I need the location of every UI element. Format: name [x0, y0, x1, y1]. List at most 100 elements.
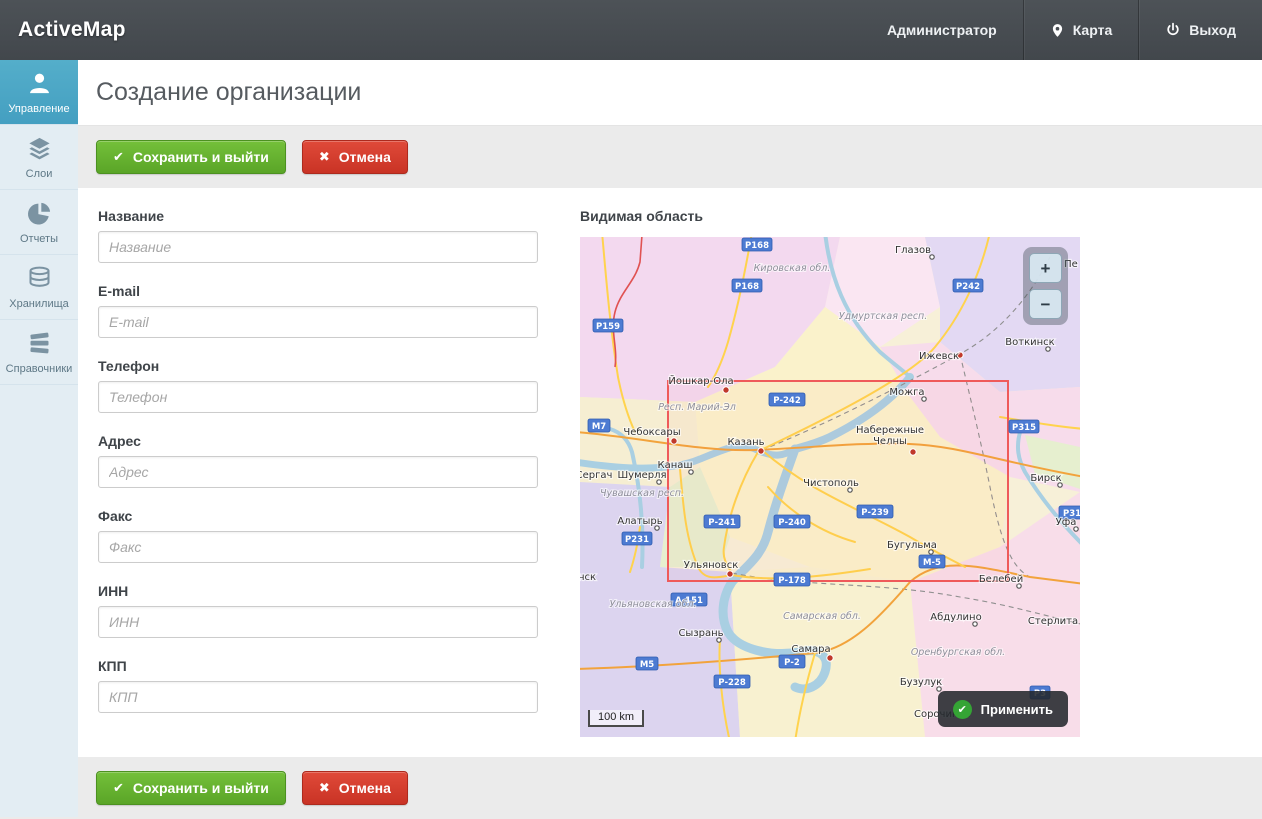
svg-text:Р168: Р168 [735, 282, 759, 292]
map-widget[interactable]: Р168 Р168 Р242 Р159 Р-242 М7 Р315 Р-241 … [580, 237, 1080, 737]
sidebar-item-reports[interactable]: Отчеты [0, 190, 78, 255]
svg-text:Р242: Р242 [956, 282, 980, 292]
road-badge: Р231 [622, 532, 652, 545]
check-icon: ✔ [953, 700, 972, 719]
pie-chart-icon [26, 200, 53, 227]
sidebar-item-directories[interactable]: Справочники [0, 320, 78, 385]
road-badge: М5 [636, 657, 658, 670]
map-city-dot [910, 449, 916, 455]
sidebar-item-storages[interactable]: Хранилища [0, 255, 78, 320]
power-icon [1165, 22, 1181, 38]
map-city-label: Набережные [856, 425, 924, 436]
name-field-group: Название [98, 208, 538, 263]
inn-field-group: ИНН [98, 583, 538, 638]
svg-text:Р-240: Р-240 [778, 518, 806, 528]
road-badge: М-5 [919, 555, 945, 568]
sidebar-item-label: Отчеты [20, 233, 58, 245]
map-city-label: Стерлита [1028, 616, 1078, 627]
map-scalebar: 100 km [588, 710, 644, 727]
phone-field[interactable] [98, 381, 538, 413]
cancel-button-label: Отмена [339, 780, 391, 796]
page-title: Создание организации [96, 78, 361, 107]
road-badge: Р-242 [769, 393, 805, 406]
sidebar-item-label: Хранилища [9, 298, 69, 310]
road-badge: Р-240 [774, 515, 810, 528]
map-city-label: Воткинск [1005, 337, 1054, 348]
svg-text:Р159: Р159 [596, 322, 620, 332]
apply-button-label: Применить [981, 702, 1053, 717]
map-city-label: Алатырь [617, 516, 662, 527]
svg-text:Р-239: Р-239 [861, 508, 889, 518]
form-column: Название E-mail Телефон Адрес Факс ИНН [98, 208, 538, 737]
x-icon: ✖ [319, 780, 330, 796]
map-canvas[interactable]: Р168 Р168 Р242 Р159 Р-242 М7 Р315 Р-241 … [580, 237, 1080, 737]
zoom-out-button[interactable]: − [1029, 289, 1062, 319]
map-pin-icon [1050, 23, 1065, 38]
app-logo: ActiveMap [18, 18, 126, 42]
map-city-label: Сызрань [678, 628, 723, 639]
top-bar: ActiveMap Администратор Карта Выход [0, 0, 1262, 60]
svg-text:Р-228: Р-228 [718, 678, 746, 688]
map-city-label: Бирск [1030, 473, 1061, 484]
map-link[interactable]: Карта [1023, 0, 1139, 60]
name-field[interactable] [98, 231, 538, 263]
road-badge: Р-241 [704, 515, 740, 528]
zoom-in-button[interactable]: + [1029, 253, 1062, 283]
cancel-button[interactable]: ✖ Отмена [302, 771, 408, 805]
map-city-label: Казань [727, 437, 764, 448]
map-city-dot [671, 438, 677, 444]
map-city-dot [723, 387, 729, 393]
toolbar-bottom: ✔ Сохранить и выйти ✖ Отмена [78, 757, 1262, 819]
sidebar-item-label: Слои [26, 168, 53, 180]
map-region-label: Оренбургская обл. [911, 647, 1005, 658]
user-menu[interactable]: Администратор [861, 0, 1023, 60]
save-button[interactable]: ✔ Сохранить и выйти [96, 140, 286, 174]
apply-button[interactable]: ✔ Применить [938, 691, 1068, 727]
save-button-label: Сохранить и выйти [133, 780, 269, 796]
user-icon [26, 70, 53, 97]
x-icon: ✖ [319, 149, 330, 165]
user-name: Администратор [887, 22, 997, 38]
address-field[interactable] [98, 456, 538, 488]
road-badge: Р168 [732, 279, 762, 292]
svg-text:Р-242: Р-242 [773, 396, 801, 406]
inn-field-label: ИНН [98, 583, 538, 599]
map-city-label: Чебоксары [623, 427, 680, 438]
phone-field-group: Телефон [98, 358, 538, 413]
kpp-field[interactable] [98, 681, 538, 713]
fax-field[interactable] [98, 531, 538, 563]
map-city-label: Абдулино [930, 612, 981, 623]
kpp-field-label: КПП [98, 658, 538, 674]
map-column: Видимая область [580, 208, 1080, 737]
cancel-button[interactable]: ✖ Отмена [302, 140, 408, 174]
svg-text:М5: М5 [640, 660, 654, 670]
svg-text:М-5: М-5 [923, 558, 941, 568]
map-city-label: Белебей [979, 574, 1023, 585]
svg-text:Р-178: Р-178 [778, 576, 806, 586]
save-button[interactable]: ✔ Сохранить и выйти [96, 771, 286, 805]
sidebar-item-layers[interactable]: Слои [0, 125, 78, 190]
cancel-button-label: Отмена [339, 149, 391, 165]
road-badge: Р315 [1009, 420, 1039, 433]
sidebar-item-label: Справочники [6, 363, 73, 375]
email-field[interactable] [98, 306, 538, 338]
map-city-label: Глазов [895, 245, 931, 256]
map-city-label: Самара [791, 644, 830, 655]
map-region-label: Удмуртская респ. [839, 311, 928, 322]
logout-link[interactable]: Выход [1138, 0, 1262, 60]
inn-field[interactable] [98, 606, 538, 638]
map-city-label: Челны [873, 436, 907, 447]
map-city-label: Ижевск [919, 351, 959, 362]
map-region-label: Самарская обл. [783, 611, 861, 622]
map-region-label: Респ. Марий-Эл [658, 402, 736, 413]
email-field-group: E-mail [98, 283, 538, 338]
address-field-label: Адрес [98, 433, 538, 449]
logout-label: Выход [1189, 22, 1236, 38]
svg-text:Р315: Р315 [1012, 423, 1036, 433]
sidebar-item-management[interactable]: Управление [0, 60, 78, 125]
page-header: Создание организации [78, 60, 1262, 126]
road-badge: Р159 [593, 319, 623, 332]
svg-text:М7: М7 [592, 422, 606, 432]
main-content: Создание организации ✔ Сохранить и выйти… [78, 60, 1262, 817]
sidebar-item-label: Управление [8, 103, 69, 115]
